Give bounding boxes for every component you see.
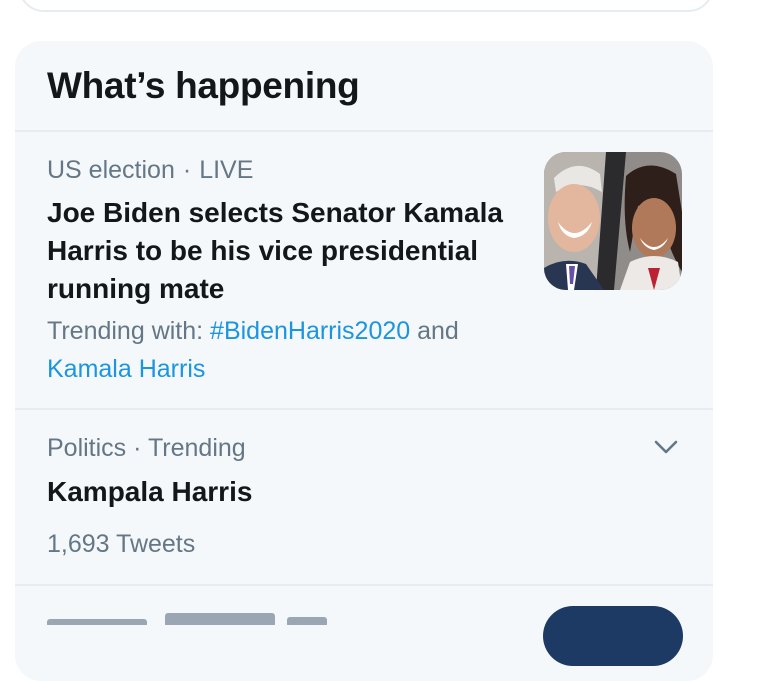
trend-headline: Joe Biden selects Senator Kamala Harris … <box>47 197 503 304</box>
search-box-edge[interactable] <box>18 0 714 12</box>
meta-separator: · <box>182 156 192 184</box>
trend-meta: US election · LIVE <box>47 156 253 185</box>
related-topic-link[interactable]: Kamala Harris <box>47 355 205 383</box>
trend-category: US election <box>47 156 175 184</box>
hashtag-link[interactable]: #BidenHarris2020 <box>210 317 410 345</box>
live-status: LIVE <box>199 156 254 184</box>
trend-item-kampala-harris[interactable]: Politics · Trending Kampala Harris 1,693… <box>15 410 713 584</box>
conjunction-text: and <box>417 317 459 345</box>
next-trend-partial <box>47 607 347 625</box>
trend-meta: Politics · Trending <box>47 434 246 462</box>
trend-context: Trending with: #BidenHarris2020 and Kama… <box>47 312 517 388</box>
divider <box>15 584 713 586</box>
news-photo-illustration <box>544 152 682 290</box>
trend-name: Kampala Harris <box>47 476 253 507</box>
panel-title: What’s happening <box>47 65 360 106</box>
whats-happening-panel: What’s happening US election · LIVE Joe Bi… <box>15 41 713 681</box>
tweet-count: 1,693 Tweets <box>47 530 196 558</box>
follow-button-partial[interactable] <box>543 606 683 666</box>
chevron-down-icon[interactable] <box>651 436 681 460</box>
trending-with-label: Trending with: <box>47 317 204 345</box>
news-photo-thumbnail[interactable] <box>544 152 682 290</box>
